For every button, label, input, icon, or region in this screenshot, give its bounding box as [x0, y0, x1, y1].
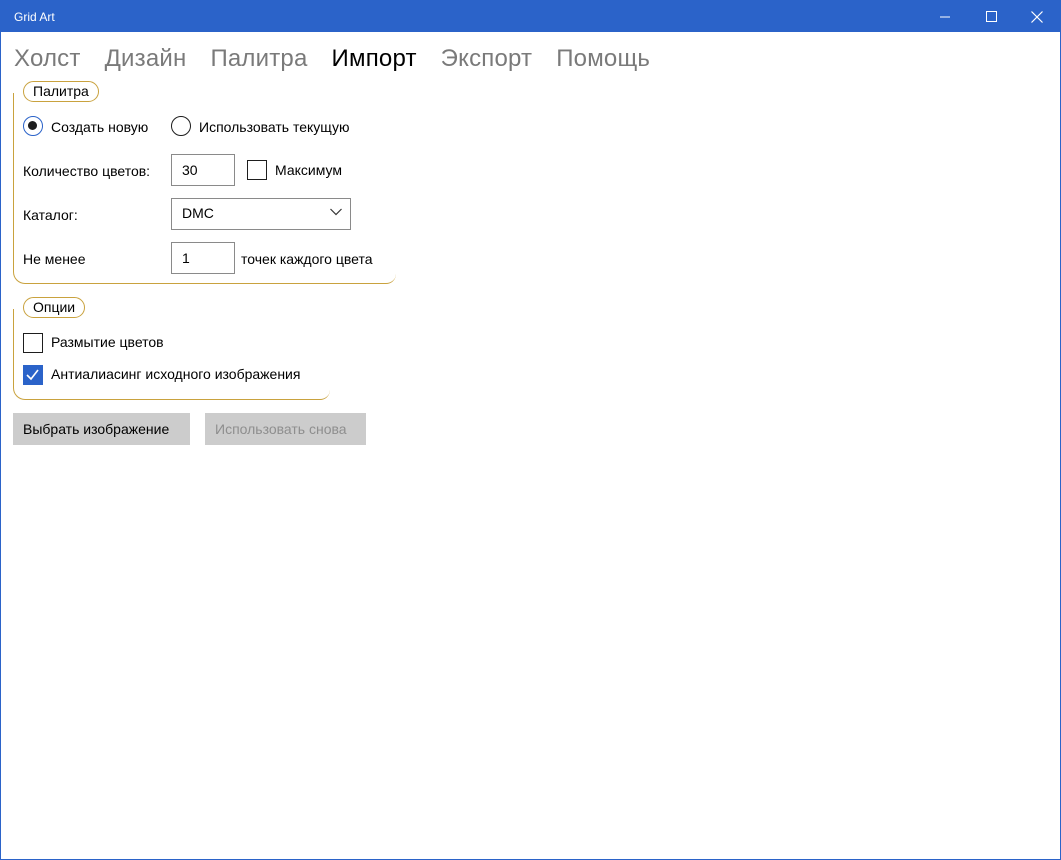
antialias-label[interactable]: Антиалиасинг исходного изображения: [51, 366, 300, 382]
catalog-selected-value: DMC: [182, 205, 214, 221]
window-title: Grid Art: [14, 10, 55, 24]
main-tabs: Холст Дизайн Палитра Импорт Экспорт Помо…: [14, 43, 674, 75]
title-bar: Grid Art: [1, 1, 1060, 32]
options-group: [13, 309, 330, 400]
choose-image-button[interactable]: Выбрать изображение: [13, 413, 190, 445]
app-window: Grid Art Холст Дизайн Палитра Импорт Экс…: [0, 0, 1061, 860]
color-count-input[interactable]: [171, 154, 235, 186]
tab-export[interactable]: Экспорт: [441, 43, 533, 75]
checkmark-icon: [26, 369, 39, 381]
maximize-icon: [985, 11, 997, 22]
min-points-suffix: точек каждого цвета: [241, 251, 373, 267]
tab-canvas[interactable]: Холст: [14, 43, 81, 75]
tab-help[interactable]: Помощь: [556, 43, 650, 75]
minimize-button[interactable]: [922, 1, 968, 32]
close-icon: [1031, 10, 1043, 23]
catalog-select[interactable]: DMC: [171, 198, 351, 230]
color-count-label: Количество цветов:: [23, 163, 151, 179]
use-current-radio[interactable]: [171, 116, 191, 136]
create-new-radio[interactable]: [23, 116, 43, 136]
blur-colors-label[interactable]: Размытие цветов: [51, 334, 164, 350]
maximize-button[interactable]: [968, 1, 1014, 32]
minimize-icon: [940, 16, 950, 17]
min-points-input[interactable]: [171, 242, 235, 274]
use-current-label[interactable]: Использовать текущую: [199, 119, 350, 135]
min-points-label: Не менее: [23, 251, 86, 267]
blur-colors-checkbox[interactable]: [23, 333, 43, 353]
antialias-checkbox[interactable]: [23, 365, 43, 385]
maximum-checkbox[interactable]: [247, 160, 267, 180]
close-button[interactable]: [1014, 1, 1060, 32]
tab-import[interactable]: Импорт: [332, 43, 417, 75]
catalog-label: Каталог:: [23, 207, 78, 223]
chevron-down-icon: [330, 208, 342, 216]
create-new-label[interactable]: Создать новую: [51, 119, 148, 135]
options-group-legend: Опции: [23, 297, 86, 318]
reuse-button[interactable]: Использовать снова: [205, 413, 366, 445]
tab-palette[interactable]: Палитра: [210, 43, 307, 75]
tab-design[interactable]: Дизайн: [105, 43, 187, 75]
maximum-label[interactable]: Максимум: [275, 162, 342, 178]
palette-group-legend: Палитра: [23, 81, 99, 102]
